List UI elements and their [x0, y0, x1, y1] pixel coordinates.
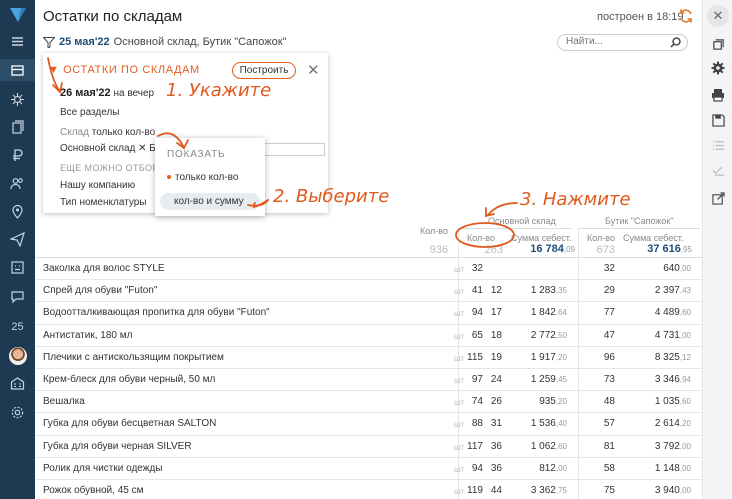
- filter-date[interactable]: 25 мая'22: [59, 36, 110, 48]
- table-row[interactable]: Антистатик, 180 мл 65 шт 18 2 772,50 47 4…: [35, 325, 702, 347]
- g1-total-sum: 16 784,09: [530, 243, 575, 255]
- filter-summary[interactable]: 25 мая'22 Основной склад, Бутик "Сапожок…: [43, 36, 286, 48]
- group-divider: [458, 228, 572, 229]
- chat-icon[interactable]: [8, 287, 27, 306]
- g1-total-qty: 263: [484, 244, 503, 256]
- documents-icon[interactable]: [8, 118, 27, 137]
- g1-qty-header[interactable]: Кол-во: [467, 233, 495, 243]
- table-row[interactable]: Спрей для обуви "Futon" 41 шт 12 1 283,35…: [35, 280, 702, 303]
- annotation-step-2: 2. Выберите: [273, 186, 390, 207]
- save-icon[interactable]: [710, 112, 726, 128]
- g1-sum-header[interactable]: Сумма себест.: [511, 233, 571, 243]
- check-icon[interactable]: [710, 162, 726, 178]
- panel-company[interactable]: Нашу компанию: [60, 180, 135, 191]
- table-row[interactable]: Губка для обуви черная SILVER 117 шт 36 1…: [35, 436, 702, 458]
- selected-dot-icon: [167, 175, 171, 180]
- users-icon[interactable]: [8, 174, 27, 193]
- group-divider: [578, 228, 700, 229]
- logo-icon[interactable]: [9, 7, 27, 23]
- annotation-step-3: 3. Нажмите: [520, 189, 631, 210]
- table-row[interactable]: Ролик для чистки одежды 94 шт 36 812,00 5…: [35, 458, 702, 480]
- print-icon[interactable]: [710, 87, 726, 103]
- menu-icon[interactable]: [8, 32, 27, 51]
- calendar-day-badge[interactable]: 25: [8, 317, 27, 336]
- g2-total-qty: 673: [596, 244, 615, 256]
- right-toolbar: ✕: [702, 0, 732, 499]
- settings-icon[interactable]: [8, 403, 27, 422]
- send-icon[interactable]: [8, 230, 27, 249]
- dashboard-icon[interactable]: [8, 258, 27, 277]
- filter-icon[interactable]: [43, 36, 55, 48]
- left-navigation: 25: [0, 0, 35, 499]
- group-header-boutique: Бутик "Сапожок": [605, 216, 674, 226]
- avatar[interactable]: [9, 347, 27, 365]
- warehouse-icon[interactable]: [0, 59, 35, 81]
- refresh-icon[interactable]: [678, 8, 694, 24]
- panel-sections[interactable]: Все разделы: [60, 107, 119, 118]
- stock-table: Заколка для волос STYLE 32 шт 32 640,00 С…: [35, 258, 702, 499]
- list-icon[interactable]: [710, 137, 726, 153]
- table-row[interactable]: Заколка для волос STYLE 32 шт 32 640,00: [35, 258, 702, 281]
- g2-total-sum: 37 616,95: [647, 243, 692, 255]
- warehouse-chip[interactable]: Основной склад ✕ Б: [60, 143, 156, 154]
- g2-sum-header[interactable]: Сумма себест.: [623, 233, 683, 243]
- ruble-icon[interactable]: [8, 146, 27, 165]
- table-row[interactable]: Водоотталкивающая пропитка для обуви "Fu…: [35, 302, 702, 325]
- panel-warehouse-row[interactable]: Склад только кол-во: [60, 127, 155, 138]
- built-time: построен в 18:19: [597, 11, 684, 23]
- page-title: Остатки по складам: [43, 8, 183, 25]
- panel-close-icon[interactable]: ✕: [307, 61, 320, 79]
- table-row[interactable]: Рожок обувной, 45 см 119 шт 44 3 362,75 7…: [35, 480, 702, 499]
- gear-icon[interactable]: [710, 60, 726, 76]
- total-qty: 936: [429, 244, 448, 256]
- search-input[interactable]: [566, 36, 676, 47]
- panel-more-label: ЕЩЕ МОЖНО ОТБОР: [60, 163, 159, 173]
- panel-date-row[interactable]: 26 мая'22 на вечер: [60, 87, 154, 99]
- close-icon[interactable]: ✕: [707, 5, 729, 27]
- virus-icon[interactable]: [8, 90, 27, 109]
- dropdown-header: ПОКАЗАТЬ: [167, 149, 226, 160]
- table-row[interactable]: Вешалка 74 шт 26 935,20 48 1 035,60: [35, 391, 702, 414]
- copy-icon[interactable]: [710, 36, 726, 52]
- panel-title: ▼ ОСТАТКИ ПО СКЛАДАМ: [48, 64, 200, 76]
- build-button[interactable]: Построить: [232, 62, 296, 79]
- filter-warehouses[interactable]: Основной склад, Бутик "Сапожок": [114, 36, 287, 48]
- g2-qty-header[interactable]: Кол-во: [587, 233, 615, 243]
- building-icon[interactable]: [8, 374, 27, 393]
- export-icon[interactable]: [710, 190, 726, 206]
- table-row[interactable]: Губка для обуви бесцветная SALTON 88 шт 3…: [35, 413, 702, 436]
- show-dropdown: ПОКАЗАТЬ только кол-во кол-во и сумму: [155, 138, 265, 216]
- annotation-step-1: 1. Укажите: [166, 80, 272, 101]
- col-qty-header[interactable]: Кол-во: [420, 226, 448, 236]
- option-qty-and-sum[interactable]: кол-во и сумму: [160, 193, 260, 210]
- panel-nomen-type[interactable]: Тип номенклатуры: [60, 197, 146, 208]
- table-row[interactable]: Плечики с антискользящим покрытием 115 шт…: [35, 347, 702, 369]
- location-icon[interactable]: [8, 202, 27, 221]
- table-row[interactable]: Крем-блеск для обуви черный, 50 мл 97 шт …: [35, 369, 702, 392]
- group-header-main: Основной склад: [488, 216, 556, 226]
- search-icon[interactable]: [670, 37, 681, 48]
- search-box[interactable]: [557, 34, 688, 51]
- option-qty-only[interactable]: только кол-во: [167, 172, 238, 183]
